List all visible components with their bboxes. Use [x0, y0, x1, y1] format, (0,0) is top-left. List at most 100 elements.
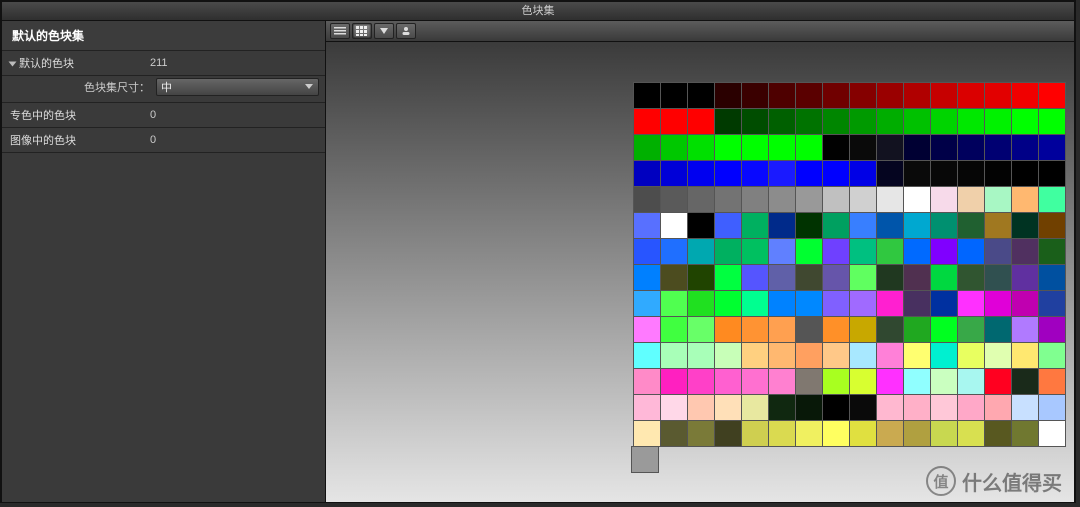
color-swatch[interactable] [904, 187, 930, 212]
color-swatch[interactable] [877, 135, 903, 160]
color-swatch[interactable] [742, 161, 768, 186]
color-swatch[interactable] [634, 421, 660, 446]
color-swatch[interactable] [661, 83, 687, 108]
color-swatch[interactable] [769, 395, 795, 420]
color-swatch[interactable] [850, 395, 876, 420]
color-swatch[interactable] [823, 161, 849, 186]
disclosure-triangle-icon[interactable] [9, 62, 17, 67]
color-swatch[interactable] [931, 135, 957, 160]
color-swatch[interactable] [1039, 135, 1065, 160]
color-swatch[interactable] [634, 213, 660, 238]
color-swatch[interactable] [769, 369, 795, 394]
color-swatch[interactable] [688, 317, 714, 342]
color-swatch[interactable] [742, 317, 768, 342]
color-swatch[interactable] [796, 187, 822, 212]
color-swatch[interactable] [769, 213, 795, 238]
color-swatch[interactable] [661, 187, 687, 212]
color-swatch[interactable] [1012, 161, 1038, 186]
color-swatch[interactable] [715, 369, 741, 394]
color-swatch[interactable] [634, 265, 660, 290]
color-swatch[interactable] [742, 187, 768, 212]
color-swatch[interactable] [1039, 291, 1065, 316]
color-swatch[interactable] [632, 447, 658, 472]
color-swatch[interactable] [931, 239, 957, 264]
color-swatch[interactable] [661, 161, 687, 186]
color-swatch[interactable] [985, 213, 1011, 238]
color-swatch[interactable] [688, 83, 714, 108]
color-swatch[interactable] [877, 421, 903, 446]
color-swatch[interactable] [877, 369, 903, 394]
color-swatch[interactable] [796, 343, 822, 368]
color-swatch[interactable] [985, 421, 1011, 446]
color-swatch[interactable] [1039, 317, 1065, 342]
color-swatch[interactable] [985, 317, 1011, 342]
color-swatch[interactable] [796, 83, 822, 108]
window-titlebar[interactable]: 色块集 [2, 2, 1074, 21]
color-swatch[interactable] [661, 291, 687, 316]
sort-view-button[interactable] [374, 23, 394, 39]
color-swatch[interactable] [715, 317, 741, 342]
color-swatch[interactable] [769, 83, 795, 108]
color-swatch[interactable] [958, 265, 984, 290]
color-swatch[interactable] [904, 421, 930, 446]
color-swatch[interactable] [1012, 265, 1038, 290]
color-swatch[interactable] [715, 213, 741, 238]
color-swatch[interactable] [1012, 343, 1038, 368]
color-swatch[interactable] [904, 343, 930, 368]
color-swatch[interactable] [634, 135, 660, 160]
color-swatch[interactable] [688, 265, 714, 290]
color-swatch[interactable] [823, 135, 849, 160]
color-swatch[interactable] [877, 265, 903, 290]
color-swatch[interactable] [796, 161, 822, 186]
color-swatch[interactable] [958, 187, 984, 212]
color-swatch[interactable] [931, 317, 957, 342]
color-swatch[interactable] [823, 291, 849, 316]
color-swatch[interactable] [985, 265, 1011, 290]
color-swatch[interactable] [823, 109, 849, 134]
color-swatch[interactable] [850, 109, 876, 134]
color-swatch[interactable] [985, 83, 1011, 108]
color-swatch[interactable] [769, 161, 795, 186]
color-swatch[interactable] [1012, 395, 1038, 420]
color-swatch[interactable] [634, 369, 660, 394]
color-swatch[interactable] [958, 343, 984, 368]
color-swatch[interactable] [661, 317, 687, 342]
color-swatch[interactable] [661, 395, 687, 420]
color-swatch[interactable] [769, 265, 795, 290]
color-swatch[interactable] [823, 213, 849, 238]
color-swatch[interactable] [958, 369, 984, 394]
color-swatch[interactable] [688, 369, 714, 394]
color-swatch[interactable] [796, 109, 822, 134]
color-swatch[interactable] [1039, 395, 1065, 420]
color-swatch[interactable] [715, 343, 741, 368]
color-swatch[interactable] [661, 213, 687, 238]
color-swatch[interactable] [1039, 83, 1065, 108]
color-swatch[interactable] [742, 265, 768, 290]
color-swatch[interactable] [985, 109, 1011, 134]
color-swatch[interactable] [796, 395, 822, 420]
color-swatch[interactable] [877, 239, 903, 264]
color-swatch[interactable] [742, 395, 768, 420]
color-swatch[interactable] [1039, 421, 1065, 446]
color-swatch[interactable] [823, 369, 849, 394]
color-swatch[interactable] [958, 395, 984, 420]
color-swatch[interactable] [634, 187, 660, 212]
color-swatch[interactable] [877, 109, 903, 134]
color-swatch[interactable] [985, 395, 1011, 420]
color-swatch[interactable] [931, 395, 957, 420]
color-swatch[interactable] [904, 83, 930, 108]
color-swatch[interactable] [823, 395, 849, 420]
color-swatch[interactable] [931, 343, 957, 368]
color-swatch[interactable] [904, 239, 930, 264]
color-swatch[interactable] [877, 317, 903, 342]
color-swatch[interactable] [715, 187, 741, 212]
color-swatch[interactable] [715, 135, 741, 160]
color-swatch[interactable] [715, 291, 741, 316]
color-swatch[interactable] [1012, 291, 1038, 316]
color-swatch[interactable] [661, 343, 687, 368]
color-swatch[interactable] [634, 161, 660, 186]
color-swatch[interactable] [850, 343, 876, 368]
color-swatch[interactable] [661, 421, 687, 446]
color-swatch[interactable] [904, 265, 930, 290]
color-swatch[interactable] [769, 239, 795, 264]
